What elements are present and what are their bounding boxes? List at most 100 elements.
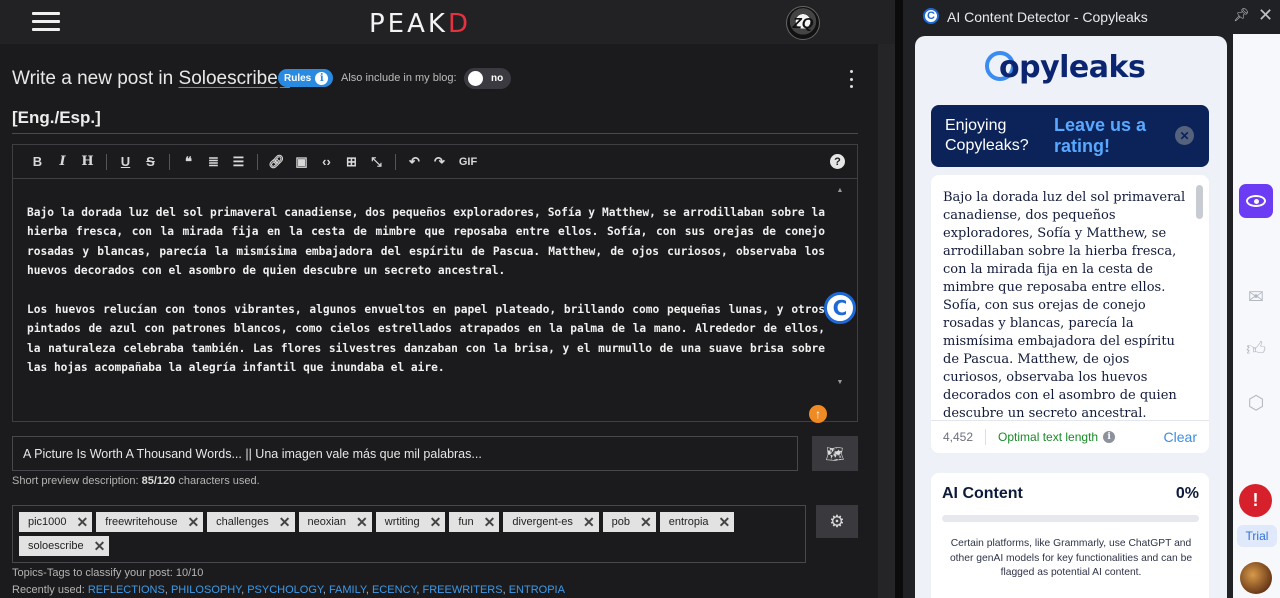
bold-icon[interactable]: B xyxy=(25,154,50,169)
more-options-icon[interactable] xyxy=(846,70,856,88)
page-scrollbar[interactable] xyxy=(878,44,895,598)
user-avatar[interactable]: ZQ xyxy=(786,6,820,40)
map-icon[interactable]: 🗺︎ xyxy=(812,436,858,471)
eye-icon[interactable] xyxy=(1239,184,1273,218)
recent-tag-link[interactable]: FREEWRITERS xyxy=(423,584,503,596)
tag-chip: entropia ✕ xyxy=(659,512,735,532)
hamburger-menu-icon[interactable] xyxy=(32,12,60,32)
ai-content-heading: AI Content xyxy=(942,485,1023,502)
quote-icon[interactable]: ❝ xyxy=(176,154,201,170)
close-banner-icon[interactable]: ✕ xyxy=(1175,126,1194,145)
italic-icon[interactable]: I xyxy=(50,154,75,169)
panel-content: opyleaks Enjoying Copyleaks? Leave us a … xyxy=(915,36,1227,598)
include-blog-toggle[interactable]: no xyxy=(464,68,511,89)
pin-icon[interactable]: 📌︎ xyxy=(1233,7,1250,23)
tag-chip: pob ✕ xyxy=(602,512,656,532)
post-title-input[interactable]: [Eng./Esp.] xyxy=(12,106,858,134)
recent-tag-link[interactable]: PHILOSOPHY xyxy=(171,584,241,596)
recent-tag-link[interactable]: ENTROPIA xyxy=(509,584,565,596)
text-preview-card: Bajo la dorada luz del sol primaveral ca… xyxy=(931,175,1209,453)
gear-icon[interactable]: ⚙ xyxy=(816,505,858,538)
recent-tag-link[interactable]: REFLECTIONS xyxy=(88,584,165,596)
copyleaks-side-panel: C AI Content Detector - Copyleaks 📌︎ ✕ o… xyxy=(903,0,1280,598)
tag-chip: divergent-es ✕ xyxy=(503,512,599,532)
length-status: Optimal text length xyxy=(998,430,1099,444)
peakd-logo[interactable]: PEAKD xyxy=(369,9,471,39)
image-icon[interactable]: ▣ xyxy=(289,154,314,170)
ai-disclaimer: Certain platforms, like Grammarly, use C… xyxy=(949,538,1193,578)
recent-tags: Recently used: REFLECTIONS, PHILOSOPHY, … xyxy=(12,584,565,596)
alert-icon[interactable]: ! xyxy=(1239,484,1272,517)
rules-button[interactable]: Rules i xyxy=(278,69,334,87)
table-icon[interactable]: ⊞ xyxy=(339,154,364,170)
info-icon[interactable]: i xyxy=(1103,431,1116,443)
remove-tag-icon[interactable]: ✕ xyxy=(356,514,368,531)
panel-divider[interactable] xyxy=(895,0,903,598)
body-paragraph: Los huevos relucían con tonos vibrantes,… xyxy=(27,303,825,375)
scanned-text[interactable]: Bajo la dorada luz del sol primaveral ca… xyxy=(943,189,1191,421)
remove-tag-icon[interactable]: ✕ xyxy=(279,514,291,531)
leave-rating-link[interactable]: Leave us a rating! xyxy=(1054,115,1174,157)
scroll-down-icon[interactable]: ▼ xyxy=(835,379,845,386)
remove-tag-icon[interactable]: ✕ xyxy=(187,514,199,531)
help-icon[interactable]: ? xyxy=(830,154,845,169)
upload-arrow-icon[interactable]: ↑ xyxy=(809,405,827,423)
tag-chip: soloescribe ✕ xyxy=(19,536,110,556)
ordered-list-icon[interactable]: ≣ xyxy=(201,154,226,170)
remove-tag-icon[interactable]: ✕ xyxy=(484,514,496,531)
body-paragraph: Bajo la dorada luz del sol primaveral ca… xyxy=(27,206,825,278)
remove-tag-icon[interactable]: ✕ xyxy=(583,514,595,531)
preview-scrollbar[interactable] xyxy=(1196,185,1203,219)
tag-chip: challenges ✕ xyxy=(207,512,295,532)
community-selector[interactable]: Soloescribe⌄ xyxy=(179,68,290,89)
copyleaks-scan-badge[interactable]: C xyxy=(824,292,856,324)
clear-button[interactable]: Clear xyxy=(1164,429,1197,445)
ai-progress-bar xyxy=(942,515,1199,522)
include-blog-label: Also include in my blog: xyxy=(341,72,457,84)
mail-icon[interactable]: ✉ xyxy=(1243,286,1269,310)
code-icon[interactable]: ‹› xyxy=(314,154,339,169)
description-input[interactable]: A Picture Is Worth A Thousand Words... |… xyxy=(12,436,798,471)
panel-title: AI Content Detector - Copyleaks xyxy=(947,9,1148,25)
tag-counter: Topics-Tags to classify your post: 10/10 xyxy=(12,567,204,579)
markdown-editor[interactable]: B I H U S ❝ ≣ ☰ 🔗︎ ▣ ‹› ⊞ ⤡ ↶ ↷ GIF ? Ba… xyxy=(12,144,858,422)
fullscreen-icon[interactable]: ⤡ xyxy=(364,154,389,170)
remove-tag-icon[interactable]: ✕ xyxy=(719,514,731,531)
remove-tag-icon[interactable]: ✕ xyxy=(640,514,652,531)
close-icon[interactable]: ✕ xyxy=(1258,5,1273,26)
bullet-list-icon[interactable]: ☰ xyxy=(226,154,251,170)
tags-input[interactable]: pic1000 ✕ freewritehouse ✕ challenges ✕ neo… xyxy=(12,505,806,563)
top-navbar: PEAKD ZQ xyxy=(0,0,895,44)
underline-icon[interactable]: U xyxy=(113,154,138,169)
scroll-up-icon[interactable]: ▲ xyxy=(835,187,845,194)
link-icon[interactable]: 🔗︎ xyxy=(264,154,289,170)
side-rail: ✉ 👍︎ ⬡ ! Trial xyxy=(1233,34,1280,598)
remove-tag-icon[interactable]: ✕ xyxy=(94,538,106,555)
redo-icon[interactable]: ↷ xyxy=(427,154,452,170)
gif-button[interactable]: GIF xyxy=(452,156,484,168)
page-title: Write a new post in Soloescribe⌄ xyxy=(12,68,290,90)
post-body-text[interactable]: Bajo la dorada luz del sol primaveral ca… xyxy=(27,203,825,413)
copyleaks-favicon: C xyxy=(923,8,939,24)
remove-tag-icon[interactable]: ✕ xyxy=(430,514,442,531)
copyleaks-logo: opyleaks xyxy=(985,50,1146,85)
editor-toolbar: B I H U S ❝ ≣ ☰ 🔗︎ ▣ ‹› ⊞ ⤡ ↶ ↷ GIF ? xyxy=(13,145,857,179)
screen: PEAKD ZQ Write a new post in Soloescribe… xyxy=(0,0,1280,598)
profile-avatar[interactable] xyxy=(1240,562,1272,594)
strikethrough-icon[interactable]: S xyxy=(138,154,163,169)
recent-tag-link[interactable]: PSYCHOLOGY xyxy=(247,584,323,596)
ai-percent: 0% xyxy=(1175,485,1199,502)
panel-header: C AI Content Detector - Copyleaks 📌︎ ✕ xyxy=(903,0,1280,34)
recent-tag-link[interactable]: FAMILY xyxy=(329,584,366,596)
character-count: 4,452 xyxy=(943,430,974,444)
editor-scrollbar[interactable]: ▲ ▼ xyxy=(835,187,845,387)
shield-icon[interactable]: ⬡ xyxy=(1243,392,1269,416)
remove-tag-icon[interactable]: ✕ xyxy=(77,514,89,531)
trial-badge[interactable]: Trial xyxy=(1237,525,1277,547)
recent-tag-link[interactable]: ECENCY xyxy=(372,584,416,596)
undo-icon[interactable]: ↶ xyxy=(402,154,427,170)
description-counter: Short preview description: 85/120 charac… xyxy=(12,475,260,487)
thumbs-up-icon[interactable]: 👍︎ xyxy=(1243,338,1269,362)
heading-icon[interactable]: H xyxy=(75,154,100,169)
post-editor-area: Write a new post in Soloescribe⌄ Rulesi … xyxy=(0,44,878,598)
